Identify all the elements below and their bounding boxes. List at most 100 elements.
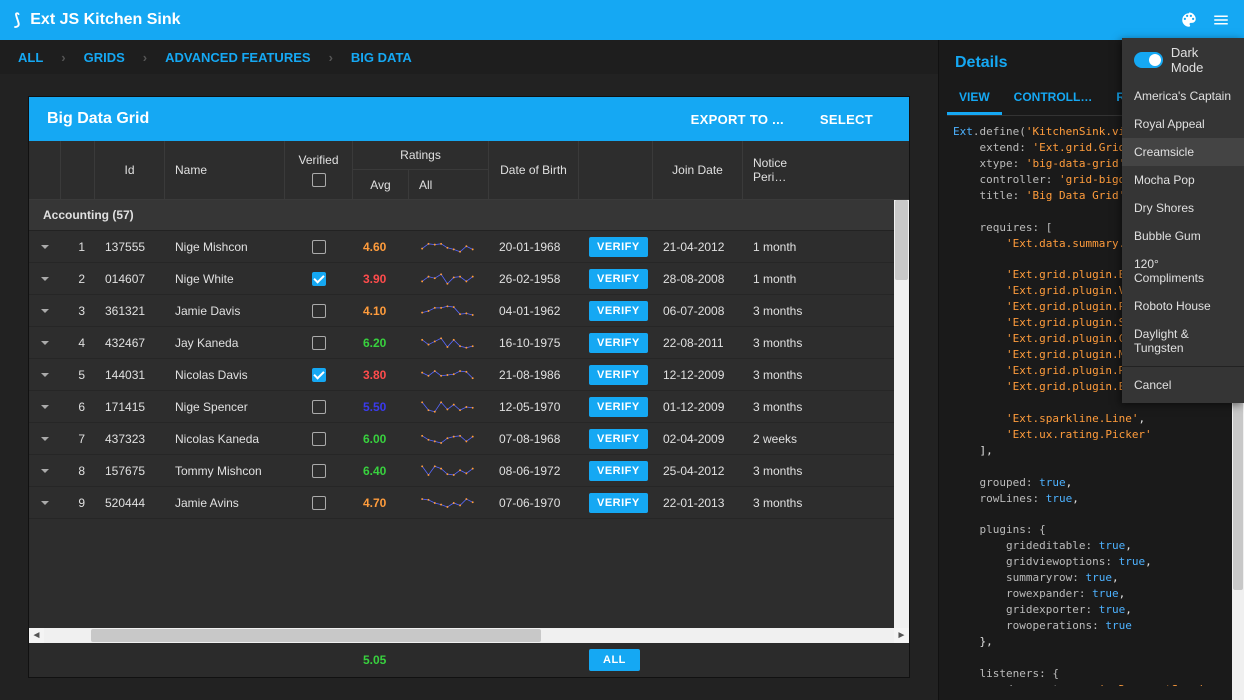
expand-icon[interactable] bbox=[29, 370, 61, 380]
cell-verified[interactable] bbox=[285, 336, 353, 350]
vertical-scrollbar[interactable] bbox=[894, 200, 909, 628]
checkbox-icon[interactable] bbox=[312, 336, 326, 350]
table-row[interactable]: 9520444Jamie Avins4.7007-06-1970VERIFY22… bbox=[29, 487, 909, 519]
cell-dob: 08-06-1972 bbox=[489, 464, 579, 478]
col-name[interactable]: Name bbox=[165, 141, 285, 199]
theme-option[interactable]: Bubble Gum bbox=[1122, 222, 1244, 250]
col-id[interactable]: Id bbox=[95, 141, 165, 199]
theme-option[interactable]: Daylight & Tungsten bbox=[1122, 320, 1244, 362]
theme-option[interactable]: Dry Shores bbox=[1122, 194, 1244, 222]
scroll-thumb[interactable] bbox=[91, 629, 541, 642]
breadcrumb: ALL › GRIDS › ADVANCED FEATURES › BIG DA… bbox=[0, 40, 938, 74]
cell-dob: 07-08-1968 bbox=[489, 432, 579, 446]
expand-icon[interactable] bbox=[29, 242, 61, 252]
table-row[interactable]: 8157675Tommy Mishcon6.4008-06-1972VERIFY… bbox=[29, 455, 909, 487]
table-row[interactable]: 6171415Nige Spencer5.5012-05-1970VERIFY0… bbox=[29, 391, 909, 423]
theme-option[interactable]: America's Captain bbox=[1122, 82, 1244, 110]
col-join[interactable]: Join Date bbox=[653, 141, 743, 199]
theme-option[interactable]: Creamsicle bbox=[1122, 138, 1244, 166]
summary-all-button[interactable]: ALL bbox=[589, 649, 640, 671]
verify-button[interactable]: VERIFY bbox=[589, 237, 648, 257]
col-ratings-group[interactable]: Ratings bbox=[353, 141, 489, 170]
checkbox-icon[interactable] bbox=[312, 496, 326, 510]
grid-title-text: Big Data Grid bbox=[47, 110, 149, 128]
theme-option[interactable]: Roboto House bbox=[1122, 292, 1244, 320]
cell-verified[interactable] bbox=[285, 400, 353, 414]
crumb-grids[interactable]: GRIDS bbox=[84, 50, 125, 65]
export-button[interactable]: EXPORT TO ... bbox=[673, 112, 802, 127]
cell-dob: 26-02-1958 bbox=[489, 272, 579, 286]
checkbox-icon[interactable] bbox=[312, 304, 326, 318]
expand-icon[interactable] bbox=[29, 498, 61, 508]
checkbox-icon[interactable] bbox=[312, 240, 326, 254]
cell-verified[interactable] bbox=[285, 240, 353, 254]
table-row[interactable]: 2014607Nige White3.9026-02-1958VERIFY28-… bbox=[29, 263, 909, 295]
crumb-bigdata[interactable]: BIG DATA bbox=[351, 50, 412, 65]
select-button[interactable]: SELECT bbox=[802, 112, 891, 127]
cell-verified[interactable] bbox=[285, 272, 353, 286]
theme-option[interactable]: Royal Appeal bbox=[1122, 110, 1244, 138]
toggle-switch-icon[interactable] bbox=[1134, 52, 1163, 68]
tab-view[interactable]: VIEW bbox=[947, 82, 1002, 115]
expand-icon[interactable] bbox=[29, 274, 61, 284]
cancel-option[interactable]: Cancel bbox=[1122, 371, 1244, 399]
checkbox-icon[interactable] bbox=[312, 400, 326, 414]
crumb-advanced[interactable]: ADVANCED FEATURES bbox=[165, 50, 310, 65]
cell-rownum: 8 bbox=[61, 464, 95, 478]
summary-row: 5.05 ALL bbox=[29, 643, 909, 677]
checkbox-icon[interactable] bbox=[312, 368, 326, 382]
col-verified[interactable]: Verified bbox=[285, 141, 353, 199]
verify-button[interactable]: VERIFY bbox=[589, 333, 648, 353]
table-row[interactable]: 3361321Jamie Davis4.1004-01-1962VERIFY06… bbox=[29, 295, 909, 327]
table-row[interactable]: 7437323Nicolas Kaneda6.0007-08-1968VERIF… bbox=[29, 423, 909, 455]
verify-button[interactable]: VERIFY bbox=[589, 397, 648, 417]
cell-dob: 04-01-1962 bbox=[489, 304, 579, 318]
expand-icon[interactable] bbox=[29, 306, 61, 316]
cell-verified[interactable] bbox=[285, 432, 353, 446]
verify-button[interactable]: VERIFY bbox=[589, 429, 648, 449]
tab-controller[interactable]: CONTROLL… bbox=[1002, 82, 1105, 115]
palette-icon[interactable] bbox=[1180, 11, 1198, 29]
menu-icon[interactable] bbox=[1212, 11, 1230, 29]
cell-verified[interactable] bbox=[285, 496, 353, 510]
cell-avg: 6.40 bbox=[353, 464, 409, 478]
cell-verified[interactable] bbox=[285, 304, 353, 318]
expand-icon[interactable] bbox=[29, 338, 61, 348]
scroll-left-icon[interactable]: ◄ bbox=[29, 628, 44, 643]
col-avg[interactable]: Avg bbox=[353, 170, 409, 199]
expand-icon[interactable] bbox=[29, 402, 61, 412]
checkbox-icon[interactable] bbox=[312, 173, 326, 187]
table-row[interactable]: 5144031Nicolas Davis3.8021-08-1986VERIFY… bbox=[29, 359, 909, 391]
cell-dob: 21-08-1986 bbox=[489, 368, 579, 382]
col-notice[interactable]: Notice Peri… bbox=[743, 141, 815, 199]
group-header[interactable]: Accounting (57) bbox=[29, 200, 909, 231]
cell-avg: 4.10 bbox=[353, 304, 409, 318]
col-dob[interactable]: Date of Birth bbox=[489, 141, 579, 199]
verify-button[interactable]: VERIFY bbox=[589, 493, 648, 513]
table-row[interactable]: 4432467Jay Kaneda6.2016-10-1975VERIFY22-… bbox=[29, 327, 909, 359]
verify-button[interactable]: VERIFY bbox=[589, 365, 648, 385]
checkbox-icon[interactable] bbox=[312, 272, 326, 286]
expand-icon[interactable] bbox=[29, 466, 61, 476]
expand-icon[interactable] bbox=[29, 434, 61, 444]
cell-rownum: 5 bbox=[61, 368, 95, 382]
theme-option[interactable]: 120° Compliments bbox=[1122, 250, 1244, 292]
col-rownum[interactable] bbox=[61, 141, 95, 199]
table-row[interactable]: 1137555Nige Mishcon4.6020-01-1968VERIFY2… bbox=[29, 231, 909, 263]
verify-button[interactable]: VERIFY bbox=[589, 269, 648, 289]
horizontal-scrollbar[interactable]: ◄ ► bbox=[29, 628, 909, 643]
col-all[interactable]: All bbox=[409, 170, 489, 199]
chevron-right-icon: › bbox=[61, 50, 65, 65]
checkbox-icon[interactable] bbox=[312, 464, 326, 478]
cell-verified[interactable] bbox=[285, 368, 353, 382]
theme-option[interactable]: Mocha Pop bbox=[1122, 166, 1244, 194]
crumb-all[interactable]: ALL bbox=[18, 50, 43, 65]
cell-verified[interactable] bbox=[285, 464, 353, 478]
verify-button[interactable]: VERIFY bbox=[589, 301, 648, 321]
checkbox-icon[interactable] bbox=[312, 432, 326, 446]
verify-button[interactable]: VERIFY bbox=[589, 461, 648, 481]
dark-mode-toggle-row[interactable]: Dark Mode bbox=[1122, 38, 1244, 82]
cell-avg: 5.50 bbox=[353, 400, 409, 414]
scroll-thumb[interactable] bbox=[895, 200, 908, 280]
scroll-right-icon[interactable]: ► bbox=[894, 628, 909, 643]
